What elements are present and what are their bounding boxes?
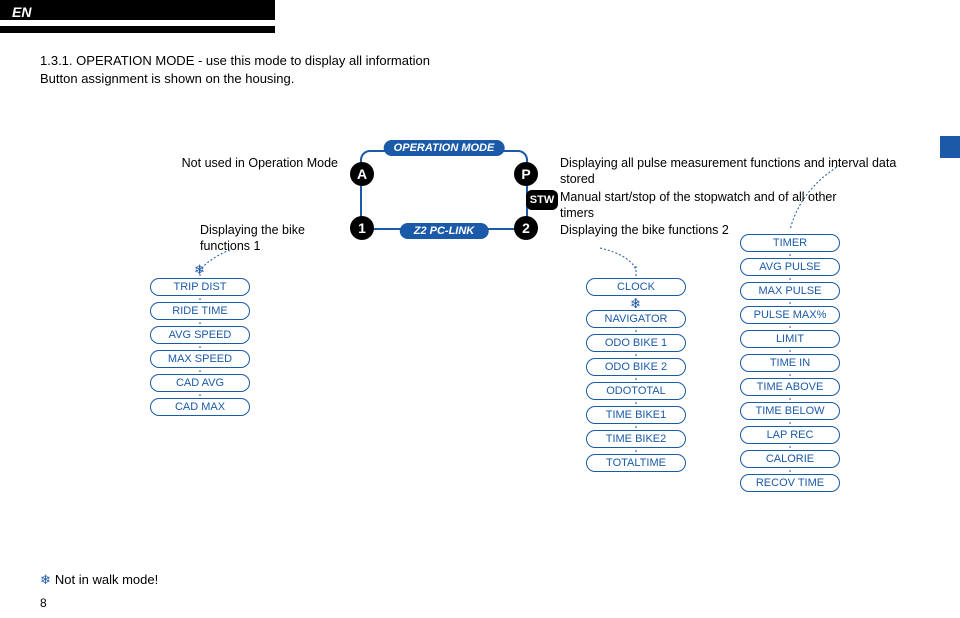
operation-mode-box: OPERATION MODE Z2 PC-LINK A P 1 2 STW	[360, 150, 528, 230]
header-underline	[0, 26, 275, 33]
pill-pulse-max-pct: PULSE MAX%	[740, 306, 840, 324]
pill-time-in: TIME IN	[740, 354, 840, 372]
pill-time-above: TIME ABOVE	[740, 378, 840, 396]
pill-cad-max: CAD MAX	[150, 398, 250, 416]
label-button-stw: Manual start/stop of the stopwatch and o…	[560, 190, 860, 221]
label-button-2: Displaying the bike functions 2	[560, 223, 760, 239]
pill-odototal: ODOTOTAL	[586, 382, 686, 400]
pill-trip-dist: TRIP DIST	[150, 278, 250, 296]
label-button-1: Displaying the bike functions 1	[200, 223, 340, 254]
pill-odo-bike1: ODO BIKE 1	[586, 334, 686, 352]
snowflake-icon: ❄	[40, 572, 51, 587]
footnote: ❄ Not in walk mode!	[40, 572, 158, 588]
label-button-a: Not used in Operation Mode	[158, 156, 338, 172]
header-bar	[0, 0, 275, 20]
pill-timer: TIMER	[740, 234, 840, 252]
pill-time-below: TIME BELOW	[740, 402, 840, 420]
pill-avg-pulse: AVG PULSE	[740, 258, 840, 276]
pill-navigator: NAVIGATOR	[586, 310, 686, 328]
pill-odo-bike2: ODO BIKE 2	[586, 358, 686, 376]
label-button-p: Displaying all pulse measurement functio…	[560, 156, 900, 187]
pill-avg-speed: AVG SPEED	[150, 326, 250, 344]
footnote-text: Not in walk mode!	[55, 572, 158, 587]
pill-recov-time: RECOV TIME	[740, 474, 840, 492]
pill-cad-avg: CAD AVG	[150, 374, 250, 392]
button-a: A	[350, 162, 374, 186]
button-p: P	[514, 162, 538, 186]
pill-time-bike2: TIME BIKE2	[586, 430, 686, 448]
pill-clock: CLOCK	[586, 278, 686, 296]
page-number: 8	[40, 596, 47, 610]
pill-max-speed: MAX SPEED	[150, 350, 250, 368]
pill-lap-rec: LAP REC	[740, 426, 840, 444]
button-2: 2	[514, 216, 538, 240]
section-title-1: OPERATION MODE - use this mode to displa…	[76, 53, 430, 68]
pill-calorie: CALORIE	[740, 450, 840, 468]
button-stw: STW	[526, 190, 558, 210]
pill-time-bike1: TIME BIKE1	[586, 406, 686, 424]
section-title-2: Button assignment is shown on the housin…	[40, 71, 294, 86]
section-number: 1.3.1.	[40, 53, 73, 68]
pc-link-label: Z2 PC-LINK	[400, 223, 489, 239]
button-1: 1	[350, 216, 374, 240]
pill-ride-time: RIDE TIME	[150, 302, 250, 320]
side-tab	[940, 136, 960, 158]
snowflake-icon: ❄	[194, 262, 205, 278]
operation-mode-title: OPERATION MODE	[384, 140, 505, 156]
section-intro: 1.3.1. OPERATION MODE - use this mode to…	[40, 52, 430, 87]
pill-totaltime: TOTALTIME	[586, 454, 686, 472]
pill-max-pulse: MAX PULSE	[740, 282, 840, 300]
language-code: EN	[12, 4, 31, 20]
pill-limit: LIMIT	[740, 330, 840, 348]
